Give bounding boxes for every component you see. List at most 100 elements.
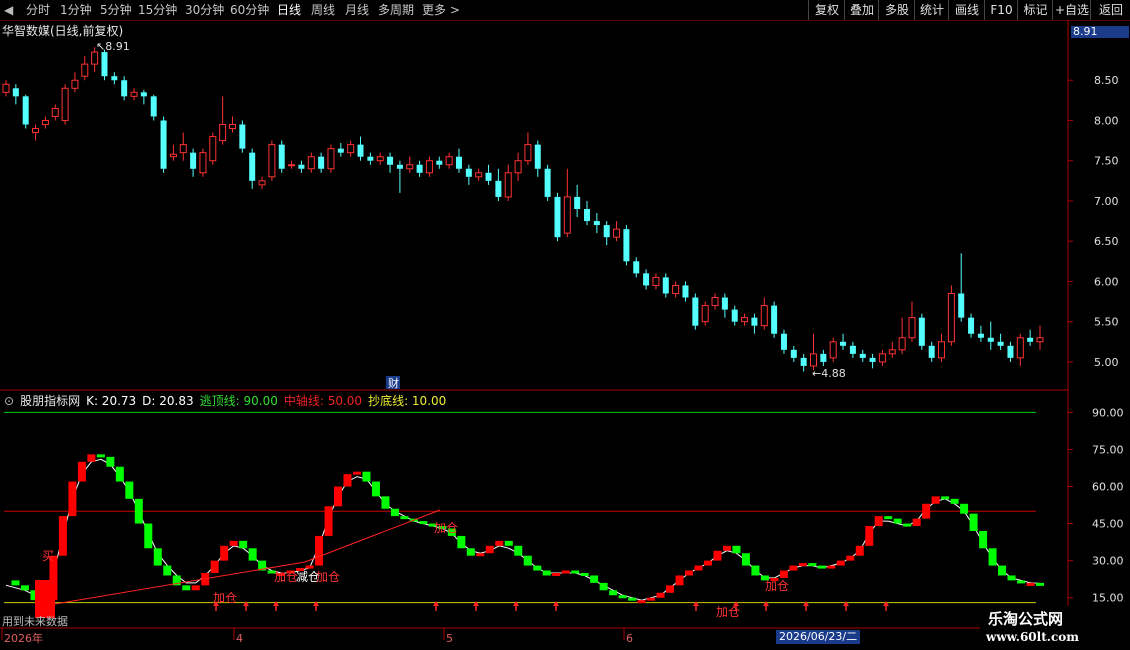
candle-body (219, 124, 227, 142)
k-block (371, 481, 380, 497)
watermark-title: 乐淘公式网 (988, 610, 1064, 628)
status-date: 2026/06/23/二 (776, 630, 861, 644)
candle-body (721, 297, 728, 310)
k-block (324, 506, 333, 536)
k-block (381, 496, 390, 509)
k-block (362, 471, 371, 482)
candle-body (228, 124, 236, 130)
date-label: 4 (236, 632, 243, 645)
candle-body (81, 63, 89, 77)
high-price-annotation: ↖8.91 (96, 40, 130, 53)
k-block (210, 560, 219, 573)
candle-body (524, 144, 532, 162)
candle-body (61, 87, 69, 121)
stock-chart[interactable]: 8.50 8.00 7.50 7.00 6.50 6.00 5.50 5.00 ↖8.91 ←4.… (0, 0, 1130, 650)
candle-body (337, 148, 344, 153)
k-block (248, 548, 257, 561)
k-block (713, 550, 722, 561)
d-line (5, 458, 1041, 601)
candle-body (258, 180, 266, 186)
candle-body (554, 196, 561, 238)
candle-body (1016, 337, 1024, 359)
indicator-tick-label: 75.00 (1092, 443, 1124, 456)
k-block (390, 508, 399, 517)
candle-body (751, 317, 758, 326)
k-block (675, 575, 684, 586)
k-block (163, 565, 172, 576)
candle-body (820, 353, 827, 362)
k-block (533, 565, 542, 571)
k-block (998, 565, 1007, 576)
k-block (979, 530, 988, 549)
k-block (808, 563, 817, 567)
candle-body (800, 357, 807, 366)
candle-body (514, 160, 522, 174)
signal-label: 加仓 (434, 521, 458, 535)
k-block (912, 518, 921, 527)
candle-body (111, 76, 118, 81)
indicator-tick-label: 90.00 (1092, 406, 1124, 419)
candle-body (190, 152, 197, 169)
indicator-tick-label: 60.00 (1092, 480, 1124, 493)
indicator-tick-label: 15.00 (1092, 592, 1124, 605)
candle-body (938, 341, 946, 359)
k-block (827, 565, 836, 569)
k-block (229, 540, 238, 546)
k-block (106, 456, 115, 467)
price-tick-label: 5.00 (1094, 356, 1119, 369)
candle-body (268, 144, 276, 178)
candle-body (810, 353, 818, 367)
price-tick-label: 7.00 (1094, 195, 1119, 208)
candle-body (239, 124, 246, 149)
k-block (58, 516, 67, 556)
date-label: 2026年 (4, 631, 43, 645)
k-block (457, 535, 466, 549)
candle-body (387, 156, 394, 165)
k-block (855, 545, 864, 556)
k-block (552, 572, 561, 576)
candle-body (179, 144, 187, 154)
k-block (751, 565, 760, 576)
candle-body (436, 160, 443, 165)
signal-label: 加仓 (274, 570, 298, 584)
k-block (191, 585, 200, 591)
k-block (836, 560, 845, 566)
candle-body (1027, 337, 1034, 342)
candle-body (288, 164, 296, 167)
candle-body (140, 92, 147, 97)
k-block (68, 481, 77, 517)
candle-body (445, 156, 453, 166)
candle-body (849, 345, 856, 354)
signal-label: 加仓 (316, 570, 340, 584)
candle-body (249, 152, 256, 181)
candle-body (869, 357, 876, 362)
candle-body (465, 168, 472, 177)
k-block (722, 545, 731, 551)
candle-body (71, 79, 79, 89)
k-block (931, 496, 940, 504)
low-price-annotation: ←4.88 (812, 367, 846, 380)
k-block (618, 595, 627, 599)
k-block (305, 565, 314, 569)
candle-body (425, 160, 433, 174)
indicator-tick-label: 30.00 (1092, 555, 1124, 568)
k-block (798, 563, 807, 567)
price-tick-label: 7.50 (1094, 155, 1119, 168)
k-block (144, 523, 153, 549)
k-block (466, 548, 475, 556)
candle-body (947, 293, 955, 343)
candle-body (928, 345, 935, 358)
k-block (125, 481, 134, 499)
k-block (884, 516, 893, 520)
event-marker: 财 (388, 376, 399, 390)
candle-body (652, 276, 660, 286)
date-label: 5 (446, 632, 453, 645)
k-block (334, 486, 343, 507)
k-block (941, 496, 950, 500)
k-block (732, 545, 741, 554)
price-tick-label: 6.50 (1094, 235, 1119, 248)
candle-body (307, 156, 315, 170)
price-tick-label: 6.00 (1094, 275, 1119, 288)
k-block (20, 585, 29, 591)
k-block (789, 565, 798, 571)
